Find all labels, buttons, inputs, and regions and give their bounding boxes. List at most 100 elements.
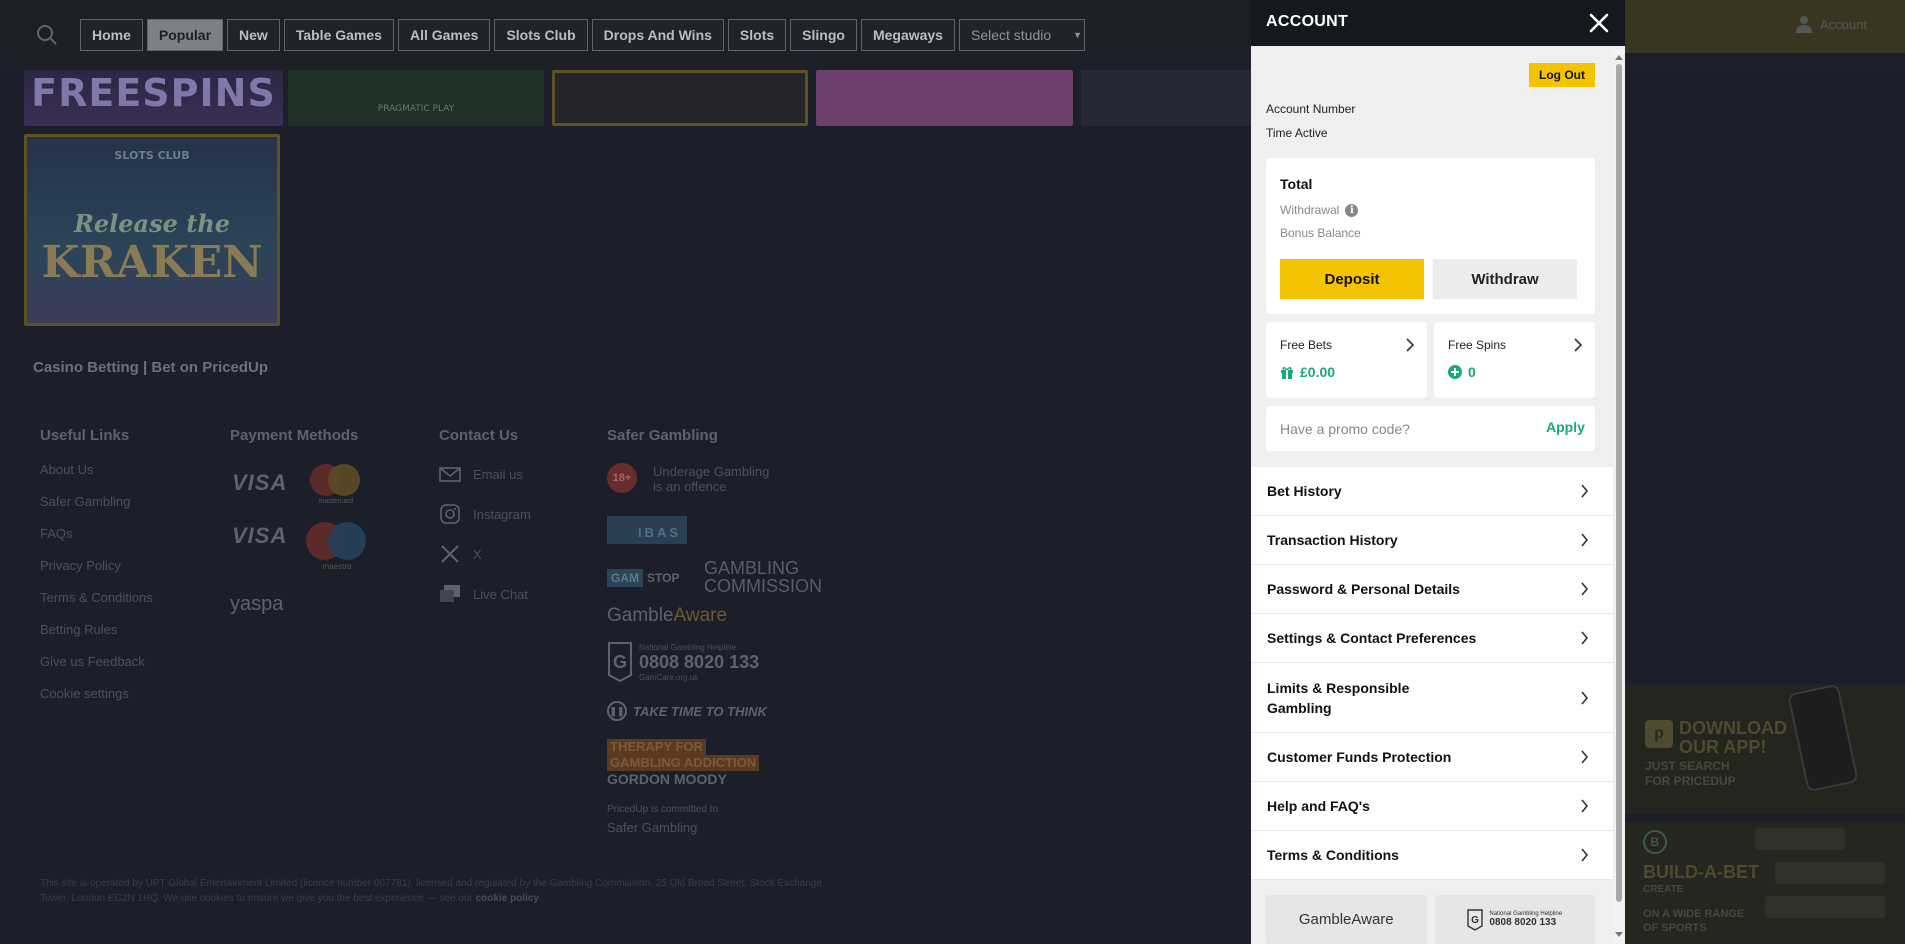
svg-text:G: G [613,652,627,672]
download-line-4: FOR PRICEDUP [1645,774,1736,788]
download-app-banner[interactable]: p DOWNLOAD OUR APP! JUST SEARCH FOR PRIC… [1625,683,1905,814]
panel-safer-gambling-logos: GambleAware G National Gambling Helpline… [1266,895,1595,944]
menu-password-personal-details[interactable]: Password & Personal Details [1251,565,1613,614]
download-line-3: JUST SEARCH [1645,759,1730,773]
menu-terms-conditions[interactable]: Terms & Conditions [1251,831,1613,880]
phone-mockup [1787,683,1859,793]
menu-item-label: Password & Personal Details [1267,581,1460,597]
link-about-us[interactable]: About Us [40,462,93,477]
link-terms-conditions[interactable]: Terms & Conditions [40,590,153,605]
menu-transaction-history[interactable]: Transaction History [1251,516,1613,565]
spin-plus-icon [1448,365,1462,379]
gamcare-g-icon: G [608,642,632,683]
tab-popular[interactable]: Popular [146,19,224,51]
link-safer-gambling[interactable]: Safer Gambling [40,494,130,509]
helpline-panel-logo[interactable]: G National Gambling Helpline 0808 8020 1… [1434,895,1595,944]
scrollbar-thumb[interactable] [1616,64,1622,902]
contact-x-label: X [473,546,482,562]
gordon-moody-text: GORDON MOODY [607,771,727,787]
game-tile-pragmatic[interactable]: PRAGMATIC PLAY [288,70,544,126]
instagram-icon [440,504,460,524]
menu-customer-funds-protection[interactable]: Customer Funds Protection [1251,733,1613,782]
link-privacy-policy[interactable]: Privacy Policy [40,558,121,573]
maestro-label: maestro [322,562,352,571]
studio-select[interactable]: Select studio ▼ [958,19,1085,51]
tab-new[interactable]: New [227,19,280,51]
game-tile-4[interactable] [816,70,1073,126]
chevron-right-icon [1581,484,1589,498]
search-icon[interactable] [36,24,58,46]
panel-scrollbar[interactable] [1614,50,1624,944]
contact-email-label: Email us [473,466,523,482]
email-icon [439,467,461,482]
menu-settings-contact-preferences[interactable]: Settings & Contact Preferences [1251,614,1613,663]
tab-drops-and-wins[interactable]: Drops And Wins [591,19,724,51]
menu-item-label: Help and FAQ's [1267,798,1370,814]
logout-button[interactable]: Log Out [1529,63,1595,87]
tab-table-games[interactable]: Table Games [283,19,394,51]
cookie-policy-link[interactable]: cookie policy [476,893,539,904]
apply-promo-button[interactable]: Apply [1546,419,1585,435]
category-tabs: Home Popular New Table Games All Games S… [80,19,1085,51]
gambling-commission-logo: GAMBLING COMMISSION [704,559,822,595]
maestro-logo: maestro [306,522,368,572]
tab-home[interactable]: Home [80,19,143,51]
slots-club-badge: SLOTS CLUB [114,149,190,162]
bet-slip-graphic [1765,896,1885,918]
free-spins-card[interactable]: Free Spins 0 [1434,322,1595,398]
info-icon[interactable]: i [1345,203,1359,217]
link-betting-rules[interactable]: Betting Rules [40,622,117,637]
tab-slots[interactable]: Slots [727,19,787,51]
studio-select-value: Select studio [970,27,1052,43]
download-line-2: OUR APP! [1679,737,1767,757]
menu-limits-responsible-gambling[interactable]: Limits & Responsible Gambling [1251,663,1613,733]
menu-help-faqs[interactable]: Help and FAQ's [1251,782,1613,831]
promo-code-input[interactable] [1280,418,1500,440]
pause-icon: ❚❚ [607,701,627,721]
menu-item-label: Bet History [1267,483,1342,499]
game-tile-title: FREESPINS [31,71,276,115]
link-faqs[interactable]: FAQs [40,526,73,541]
contact-x[interactable]: X [439,543,482,565]
tab-slots-club[interactable]: Slots Club [494,19,588,51]
game-tile-freespins[interactable]: FREESPINS [24,70,283,126]
contact-live-chat[interactable]: Live Chat [439,583,528,605]
take-time-to-think-logo: ❚❚ TAKE TIME TO THINK [607,701,767,721]
tab-megaways[interactable]: Megaways [860,19,955,51]
scroll-down-arrow-icon[interactable] [1615,932,1623,937]
take-time-text: TAKE TIME TO THINK [633,703,767,719]
helpline-site: GamCare.org.uk [639,672,699,682]
withdraw-button[interactable]: Withdraw [1433,259,1577,299]
scroll-up-arrow-icon[interactable] [1615,55,1623,60]
mastercard-logo: mastercard [310,464,362,508]
tab-slingo[interactable]: Slingo [790,19,857,51]
tab-all-games[interactable]: All Games [397,19,491,51]
chevron-right-icon [1581,582,1589,596]
visa-logo: VISA [232,470,288,495]
visa-debit-logo: VISA [232,523,288,548]
deposit-button[interactable]: Deposit [1280,259,1424,299]
gambleaware-part-1: Gamble [607,605,674,626]
gambleaware-panel-logo[interactable]: GambleAware [1266,895,1427,944]
menu-bet-history[interactable]: Bet History [1251,467,1613,516]
download-line-1: DOWNLOAD [1679,718,1787,738]
link-cookie-settings[interactable]: Cookie settings [40,686,129,701]
account-link[interactable]: Account [1796,15,1867,33]
free-bets-card[interactable]: Free Bets £0.00 [1266,322,1427,398]
free-bets-value-row: £0.00 [1280,364,1335,380]
contact-live-chat-label: Live Chat [473,586,528,602]
game-tile-release-the-kraken[interactable]: SLOTS CLUB Release the KRAKEN [24,134,280,326]
link-give-feedback[interactable]: Give us Feedback [40,654,145,669]
account-panel-header: ACCOUNT [1251,0,1625,46]
bet-builder-badge: B [1643,830,1667,854]
build-a-bet-banner[interactable]: B BUILD-A-BET CREATE ON A WIDE RANGE OF … [1625,822,1905,944]
contact-email[interactable]: Email us [439,463,523,485]
helpline-label: National Gambling Helpline [639,642,736,652]
close-icon[interactable] [1587,11,1611,35]
menu-item-label: Transaction History [1267,532,1398,548]
build-line-1: BUILD-A-BET [1643,862,1759,882]
game-tile-3[interactable] [552,70,808,126]
contact-instagram[interactable]: Instagram [439,503,531,525]
account-number-label: Account Number [1266,102,1356,116]
game-tile-5[interactable] [1081,70,1251,126]
